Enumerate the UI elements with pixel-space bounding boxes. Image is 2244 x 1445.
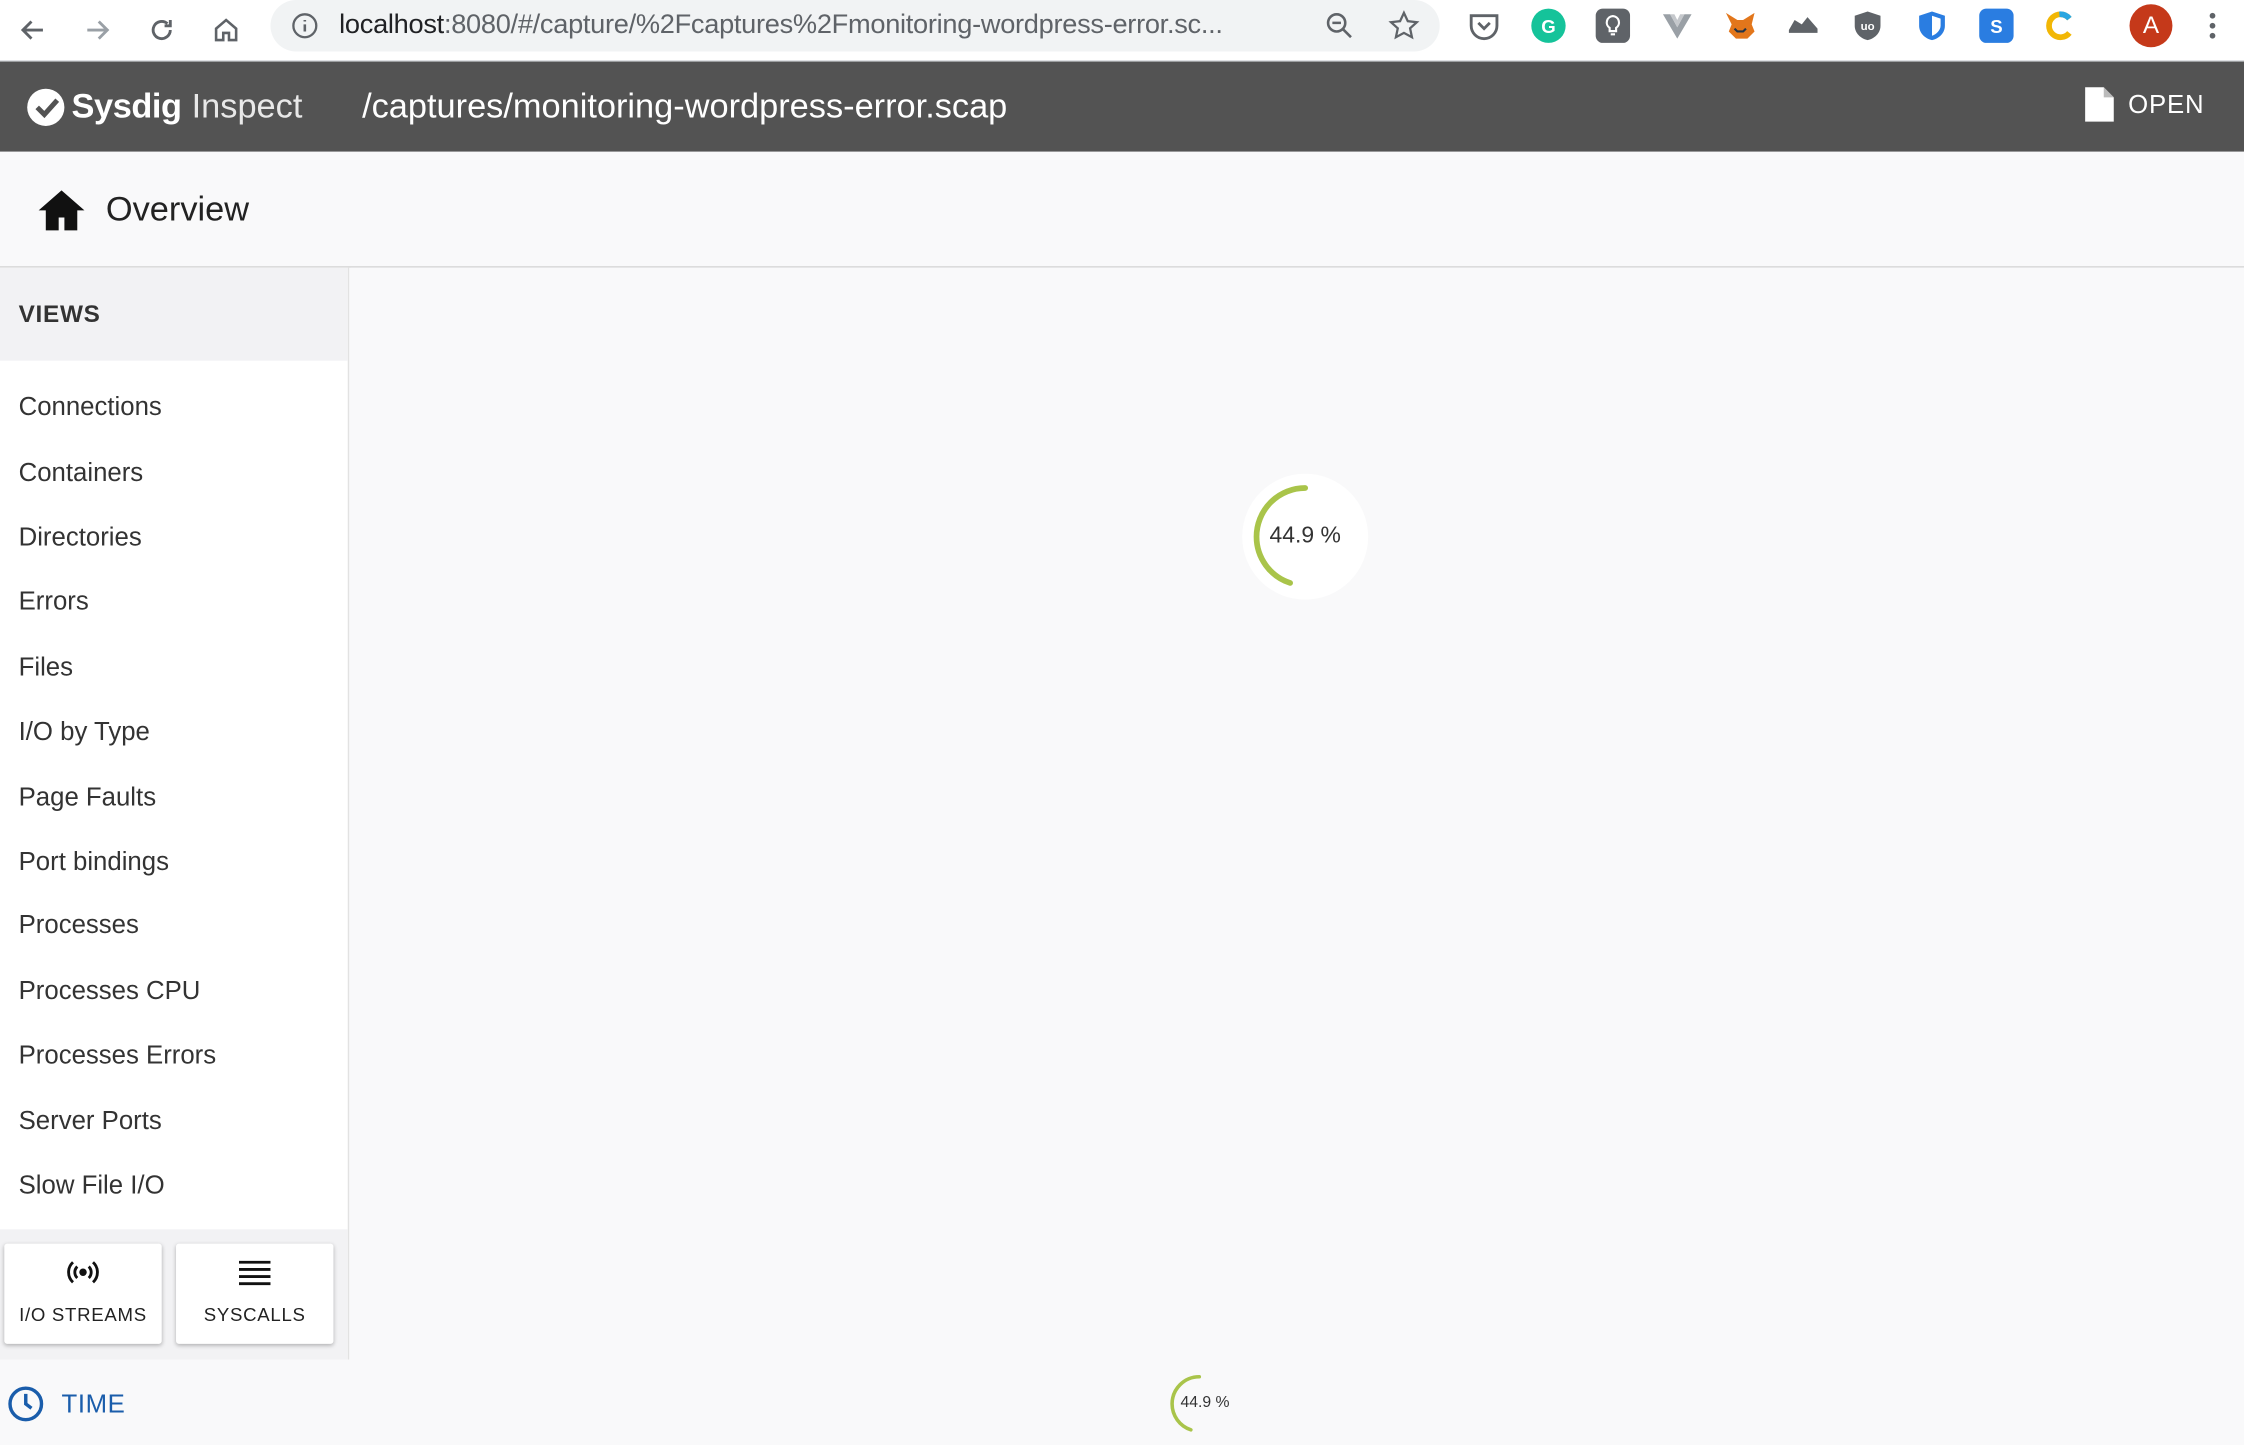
svg-text:uo: uo — [1861, 21, 1875, 33]
sidebar-item-files[interactable]: Files — [19, 653, 73, 683]
zoom-icon[interactable] — [1324, 10, 1355, 41]
sysdig-logo-icon — [27, 88, 65, 126]
bulb-extension[interactable] — [1595, 8, 1631, 43]
time-label: TIME — [61, 1388, 126, 1418]
pocket-icon — [1469, 14, 1499, 41]
syscalls-button[interactable]: SYSCALLS — [176, 1243, 334, 1344]
c-logo-icon — [2046, 11, 2072, 41]
url-host: localhost — [339, 10, 444, 41]
url-text: localhost:8080/#/capture/%2Fcaptures%2Fm… — [339, 10, 1223, 41]
io-streams-button[interactable]: I/O STREAMS — [4, 1243, 162, 1344]
sidebar: VIEWS Connections Containers Directories… — [0, 267, 350, 1360]
bookmark-star-icon[interactable] — [1388, 10, 1420, 41]
shield-icon — [1919, 11, 1945, 41]
sysdig-logo[interactable]: Sysdig Inspect — [24, 86, 302, 129]
open-label: OPEN — [2128, 89, 2205, 119]
sidebar-item-processes-errors[interactable]: Processes Errors — [19, 1040, 217, 1070]
timeline-bar: TIME 44.9 % — [0, 1359, 2244, 1445]
sidebar-item-server-ports[interactable]: Server Ports — [19, 1106, 162, 1136]
lightbulb-icon — [1605, 15, 1621, 36]
address-bar[interactable]: localhost:8080/#/capture/%2Fcaptures%2Fm… — [270, 0, 1440, 52]
reload-icon — [151, 20, 172, 41]
arrow-left-icon — [20, 20, 43, 40]
browser-toolbar: localhost:8080/#/capture/%2Fcaptures%2Fm… — [0, 0, 2244, 62]
sidebar-item-processes[interactable]: Processes — [19, 910, 139, 940]
info-icon[interactable] — [291, 11, 320, 40]
sidebar-item-slow-file-io[interactable]: Slow File I/O — [19, 1171, 165, 1201]
page-title: Overview — [105, 190, 250, 229]
broadcast-icon — [67, 1261, 99, 1284]
grammarly-icon: G — [1541, 15, 1556, 37]
ublock-extension[interactable]: uo — [1850, 9, 1884, 43]
sidebar-item-port-bindings[interactable]: Port bindings — [19, 847, 169, 877]
product-name: Inspect — [191, 87, 303, 126]
io-streams-label: I/O STREAMS — [19, 1303, 147, 1326]
timeline-progress-label: 44.9 % — [1180, 1393, 1230, 1412]
views-title: VIEWS — [18, 300, 101, 328]
breadcrumb: Overview — [0, 151, 2244, 268]
fox-icon — [1725, 12, 1755, 39]
progress-label: 44.9 % — [1269, 523, 1341, 549]
sidebar-item-containers[interactable]: Containers — [19, 458, 144, 488]
brand-name: Sysdig — [71, 87, 182, 126]
sidebar-item-page-faults[interactable]: Page Faults — [19, 783, 156, 813]
reload-button[interactable] — [140, 9, 183, 52]
home-button[interactable] — [205, 9, 248, 52]
views-header: VIEWS — [0, 267, 348, 361]
list-icon — [238, 1260, 271, 1286]
sidebar-item-connections[interactable]: Connections — [19, 392, 162, 422]
time-button[interactable]: TIME — [7, 1385, 125, 1422]
vue-extension[interactable] — [1660, 9, 1694, 43]
more-vert-icon[interactable] — [2198, 9, 2227, 43]
sneaker-extension[interactable] — [1786, 9, 1820, 43]
loading-progress: 44.9 % — [1242, 473, 1369, 600]
profile-avatar[interactable]: A — [2129, 4, 2173, 48]
sidebar-tools: I/O STREAMS SYSCALLS — [0, 1229, 348, 1360]
clock-icon — [8, 1386, 44, 1422]
metamask-extension[interactable] — [1723, 9, 1757, 43]
open-button[interactable]: OPEN — [2082, 84, 2204, 124]
main-content: 44.9 % — [350, 267, 2244, 1360]
privacy-badger-extension[interactable] — [1915, 9, 1949, 43]
home-icon[interactable] — [37, 189, 86, 232]
app-viewport: localhost:8080/#/capture/%2Fcaptures%2Fm… — [0, 0, 2244, 1445]
home-outline-icon — [214, 18, 238, 42]
capture-file-path: /captures/monitoring-wordpress-error.sca… — [362, 87, 1008, 126]
sidebar-item-processes-cpu[interactable]: Processes CPU — [19, 976, 201, 1006]
file-icon — [2085, 87, 2114, 122]
pocket-extension[interactable] — [1467, 9, 1501, 43]
arrow-right-icon — [87, 20, 110, 40]
syscalls-label: SYSCALLS — [203, 1303, 306, 1326]
color-extension[interactable] — [2042, 9, 2076, 43]
url-path: :8080/#/capture/%2Fcaptures%2Fmonitoring… — [443, 10, 1223, 41]
app-header: Sysdig Inspect /captures/monitoring-word… — [0, 61, 2244, 152]
sidebar-item-io-by-type[interactable]: I/O by Type — [19, 717, 150, 747]
ublock-shield-icon: uo — [1854, 11, 1881, 41]
sidebar-item-errors[interactable]: Errors — [19, 587, 89, 617]
s-extension[interactable]: S — [1979, 8, 2014, 43]
grammarly-extension[interactable]: G — [1531, 8, 1566, 43]
vue-logo-icon — [1662, 14, 1692, 39]
back-button[interactable] — [11, 9, 54, 52]
forward-button[interactable] — [76, 9, 119, 52]
timeline-progress: 44.9 % — [1166, 1371, 1232, 1437]
sidebar-item-directories[interactable]: Directories — [19, 522, 142, 552]
s-icon: S — [1990, 15, 2003, 37]
shoe-icon — [1788, 17, 1818, 33]
